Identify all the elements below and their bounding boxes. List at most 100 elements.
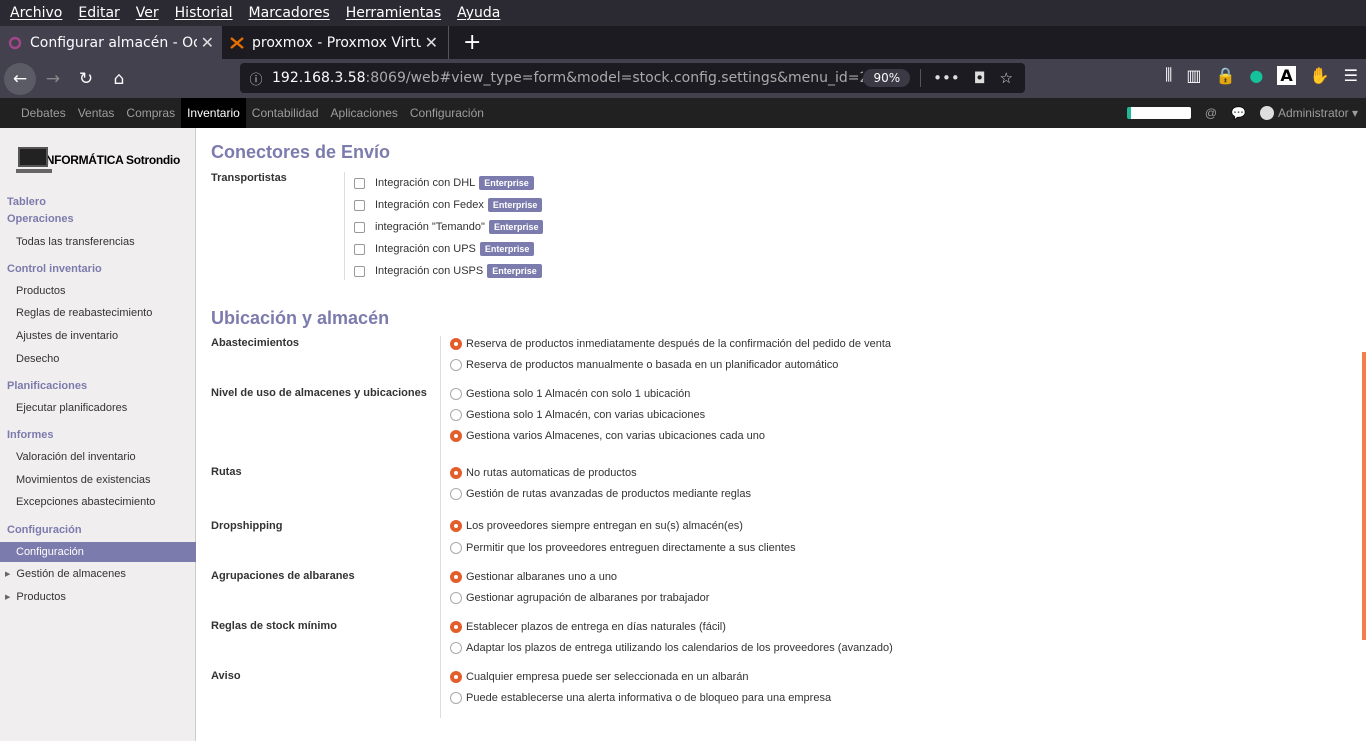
sidebar-item-configuration[interactable]: Configuración <box>0 542 196 562</box>
sidebar-item-inventory-adjustments[interactable]: Ajustes de inventario <box>16 330 118 342</box>
menu-ver[interactable]: Ver <box>128 5 167 21</box>
font-extension-icon[interactable]: A <box>1277 65 1296 85</box>
new-tab-button[interactable]: + <box>448 26 495 59</box>
radio-button[interactable] <box>450 642 462 654</box>
radio-dropship-1[interactable]: Permitir que los proveedores entreguen d… <box>450 542 796 554</box>
radio-grouping-1[interactable]: Gestionar agrupación de albaranes por tr… <box>450 592 709 604</box>
radio-button[interactable] <box>450 542 462 554</box>
radio-minstock-0[interactable]: Establecer plazos de entrega en días nat… <box>450 621 726 633</box>
radio-button[interactable] <box>450 520 462 532</box>
radio-minstock-1[interactable]: Adaptar los plazos de entrega utilizando… <box>450 642 893 654</box>
radio-button[interactable] <box>450 592 462 604</box>
radio-button[interactable] <box>450 671 462 683</box>
sidebar-heading-operations: Operaciones <box>7 213 74 225</box>
more-actions-icon[interactable]: ••• <box>933 69 960 87</box>
tab-odoo[interactable]: Configurar almacén - Odoo ✕ <box>0 26 222 59</box>
sidebar-item-scrap[interactable]: Desecho <box>16 353 59 365</box>
radio-button[interactable] <box>450 488 462 500</box>
checkbox-fedex[interactable]: Integración con Fedex Enterprise <box>354 198 543 212</box>
lock-extension-icon[interactable]: 🔒 <box>1215 66 1235 85</box>
radio-procurement-0[interactable]: Reserva de productos inmediatamente desp… <box>450 338 891 350</box>
sidebar-tree-warehouse-management[interactable]: ▶ Gestión de almacenes <box>5 568 126 580</box>
sidebar-dashboard[interactable]: Tablero <box>7 196 46 208</box>
radio-dropship-0[interactable]: Los proveedores siempre entregan en su(s… <box>450 520 743 532</box>
radio-button[interactable] <box>450 430 462 442</box>
user-menu[interactable]: Administrator ▾ <box>1259 106 1358 121</box>
scrollbar[interactable] <box>1362 352 1366 640</box>
sidebar-item-stock-moves[interactable]: Movimientos de existencias <box>16 474 151 486</box>
zoom-badge[interactable]: 90% <box>863 69 911 87</box>
radio-button[interactable] <box>450 692 462 704</box>
checkbox-dhl[interactable]: Integración con DHL Enterprise <box>354 176 534 190</box>
reload-button[interactable]: ↻ <box>70 63 102 95</box>
sidebar-item-all-transfers[interactable]: Todas las transferencias <box>16 236 135 248</box>
radio-button[interactable] <box>450 388 462 400</box>
radio-grouping-0[interactable]: Gestionar albaranes uno a uno <box>450 571 617 583</box>
sidebar-tree-products[interactable]: ▶ Productos <box>5 591 66 603</box>
section-title-warehouse: Ubicación y almacén <box>211 308 390 328</box>
nav-debates[interactable]: Debates <box>15 98 72 128</box>
menu-editar[interactable]: Editar <box>70 5 127 21</box>
radio-warning-1[interactable]: Puede establecerse una alerta informativ… <box>450 692 831 704</box>
radio-procurement-1[interactable]: Reserva de productos manualmente o basad… <box>450 359 838 371</box>
radio-level-0[interactable]: Gestiona solo 1 Almacén con solo 1 ubica… <box>450 388 690 400</box>
radio-button[interactable] <box>450 571 462 583</box>
sidebar-item-reorder-rules[interactable]: Reglas de reabastecimiento <box>16 307 152 319</box>
nav-ventas[interactable]: Ventas <box>72 98 121 128</box>
nav-aplicaciones[interactable]: Aplicaciones <box>325 98 404 128</box>
radio-button[interactable] <box>450 409 462 421</box>
close-icon[interactable]: ✕ <box>421 33 438 52</box>
close-icon[interactable]: ✕ <box>197 33 214 52</box>
toolbar-right: ⫼ ▥ 🔒 ● A ✋ ☰ <box>1165 65 1358 85</box>
home-button[interactable]: ⌂ <box>103 63 135 95</box>
checkbox-usps[interactable]: Integración con USPS Enterprise <box>354 264 542 278</box>
sidebar-icon[interactable]: ▥ <box>1186 66 1201 85</box>
checkbox-temando[interactable]: integración "Temando" Enterprise <box>354 220 544 234</box>
at-icon[interactable]: @ <box>1205 106 1217 120</box>
tab-proxmox[interactable]: proxmox - Proxmox Virtual Environment ✕ <box>222 26 446 59</box>
nav-contabilidad[interactable]: Contabilidad <box>246 98 325 128</box>
sidebar-item-products[interactable]: Productos <box>16 285 66 297</box>
gnome-icon[interactable]: ✋ <box>1310 66 1330 85</box>
radio-level-2[interactable]: Gestiona varios Almacenes, con varias ub… <box>450 430 765 442</box>
back-button[interactable]: ← <box>4 62 36 95</box>
radio-routes-0[interactable]: No rutas automaticas de productos <box>450 467 637 479</box>
bookmark-star-icon[interactable]: ☆ <box>1000 69 1013 87</box>
radio-level-1[interactable]: Gestiona solo 1 Almacén, con varias ubic… <box>450 409 705 421</box>
pocket-icon[interactable]: ◘ <box>974 69 986 87</box>
menu-herramientas[interactable]: Herramientas <box>338 5 449 21</box>
hamburger-menu-icon[interactable]: ☰ <box>1344 66 1358 85</box>
info-icon[interactable]: ⓘ <box>240 69 272 88</box>
nav-inventario[interactable]: Inventario <box>181 98 246 128</box>
sidebar-item-procurement-exceptions[interactable]: Excepciones abastecimiento <box>16 496 155 508</box>
menu-marcadores[interactable]: Marcadores <box>241 5 338 21</box>
checkbox[interactable] <box>354 221 365 233</box>
radio-button[interactable] <box>450 467 462 479</box>
checkbox[interactable] <box>354 199 365 211</box>
menu-archivo[interactable]: Archivo <box>2 5 70 21</box>
chat-icon[interactable]: 💬 <box>1231 106 1246 120</box>
nav-compras[interactable]: Compras <box>120 98 181 128</box>
checkbox[interactable] <box>354 243 365 255</box>
forward-button[interactable]: → <box>37 63 69 95</box>
url-bar[interactable]: ⓘ 192.168.3.58:8069/web#view_type=form&m… <box>240 63 1025 93</box>
radio-routes-1[interactable]: Gestión de rutas avanzadas de productos … <box>450 488 751 500</box>
nav-configuracion[interactable]: Configuración <box>404 98 490 128</box>
radio-button[interactable] <box>450 359 462 371</box>
radio-button[interactable] <box>450 338 462 350</box>
checkbox[interactable] <box>354 265 365 277</box>
menu-historial[interactable]: Historial <box>167 5 241 21</box>
radio-warning-0[interactable]: Cualquier empresa puede ser seleccionada… <box>450 671 749 683</box>
sidebar-item-run-schedulers[interactable]: Ejecutar planificadores <box>16 402 127 414</box>
library-icon[interactable]: ⫼ <box>1165 65 1172 85</box>
url-text[interactable]: 192.168.3.58:8069/web#view_type=form&mod… <box>272 70 863 86</box>
grammarly-icon[interactable]: ● <box>1249 66 1263 85</box>
checkbox-ups[interactable]: Integración con UPS Enterprise <box>354 242 535 256</box>
radio-button[interactable] <box>450 621 462 633</box>
laptop-icon <box>16 145 52 175</box>
url-host: 192.168.3.58 <box>272 70 366 86</box>
menu-ayuda[interactable]: Ayuda <box>449 5 508 21</box>
checkbox[interactable] <box>354 177 365 189</box>
divider <box>344 172 345 280</box>
sidebar-item-valuation[interactable]: Valoración del inventario <box>16 451 136 463</box>
